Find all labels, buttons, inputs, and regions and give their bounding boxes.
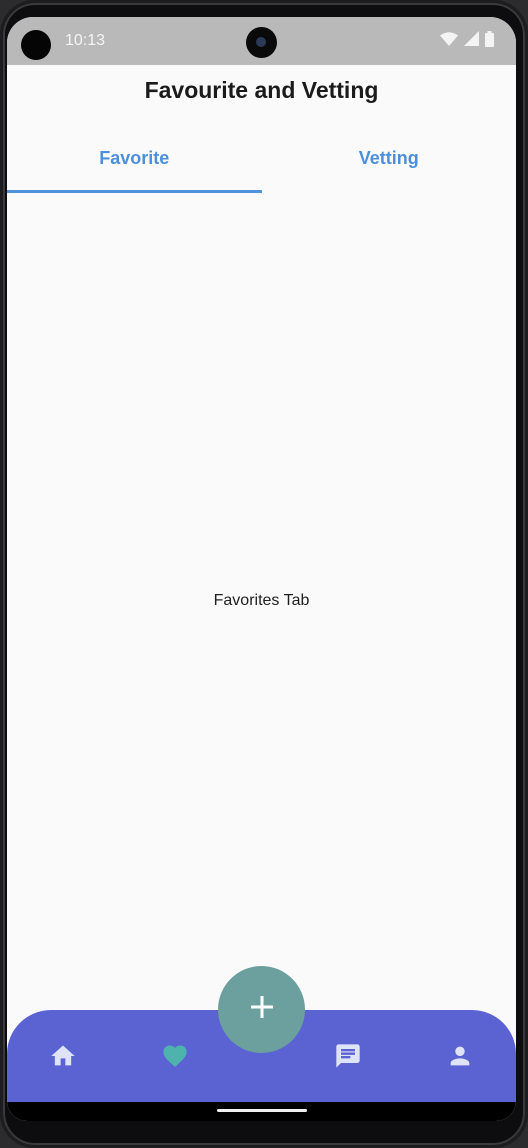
phone-device-frame: 10:13 Favourite and Vetting Favorite Vet… bbox=[0, 0, 528, 1148]
add-fab-button[interactable] bbox=[218, 966, 305, 1053]
plus-icon bbox=[249, 994, 275, 1025]
status-bar: 10:13 bbox=[7, 17, 516, 65]
wifi-icon bbox=[440, 31, 458, 51]
home-indicator[interactable] bbox=[217, 1109, 307, 1112]
heart-icon bbox=[161, 1045, 189, 1074]
status-time: 10:13 bbox=[65, 32, 106, 49]
app-screen: 10:13 Favourite and Vetting Favorite Vet… bbox=[7, 17, 516, 1121]
tab-content-text: Favorites Tab bbox=[213, 592, 310, 609]
tab-favorite-label: Favorite bbox=[99, 147, 170, 168]
front-camera-punch-hole bbox=[246, 27, 277, 58]
front-camera-dot bbox=[21, 30, 51, 60]
chat-icon bbox=[334, 1044, 362, 1074]
cellular-signal-icon bbox=[464, 31, 479, 51]
status-icons bbox=[440, 30, 494, 52]
nav-favorites-button[interactable] bbox=[161, 1042, 189, 1070]
person-icon bbox=[446, 1046, 474, 1074]
app-bar: Favourite and Vetting bbox=[7, 65, 516, 115]
tab-selected-indicator bbox=[7, 190, 262, 193]
tab-vetting[interactable]: Vetting bbox=[262, 122, 517, 194]
home-icon bbox=[49, 1045, 77, 1074]
tab-favorite[interactable]: Favorite bbox=[7, 122, 262, 194]
tab-vetting-label: Vetting bbox=[358, 147, 419, 168]
nav-profile-button[interactable] bbox=[446, 1042, 474, 1070]
battery-icon bbox=[485, 30, 494, 52]
nav-messages-button[interactable] bbox=[334, 1042, 362, 1070]
nav-home-button[interactable] bbox=[49, 1042, 77, 1070]
tab-bar: Favorite Vetting bbox=[7, 122, 516, 194]
page-title: Favourite and Vetting bbox=[144, 76, 379, 103]
